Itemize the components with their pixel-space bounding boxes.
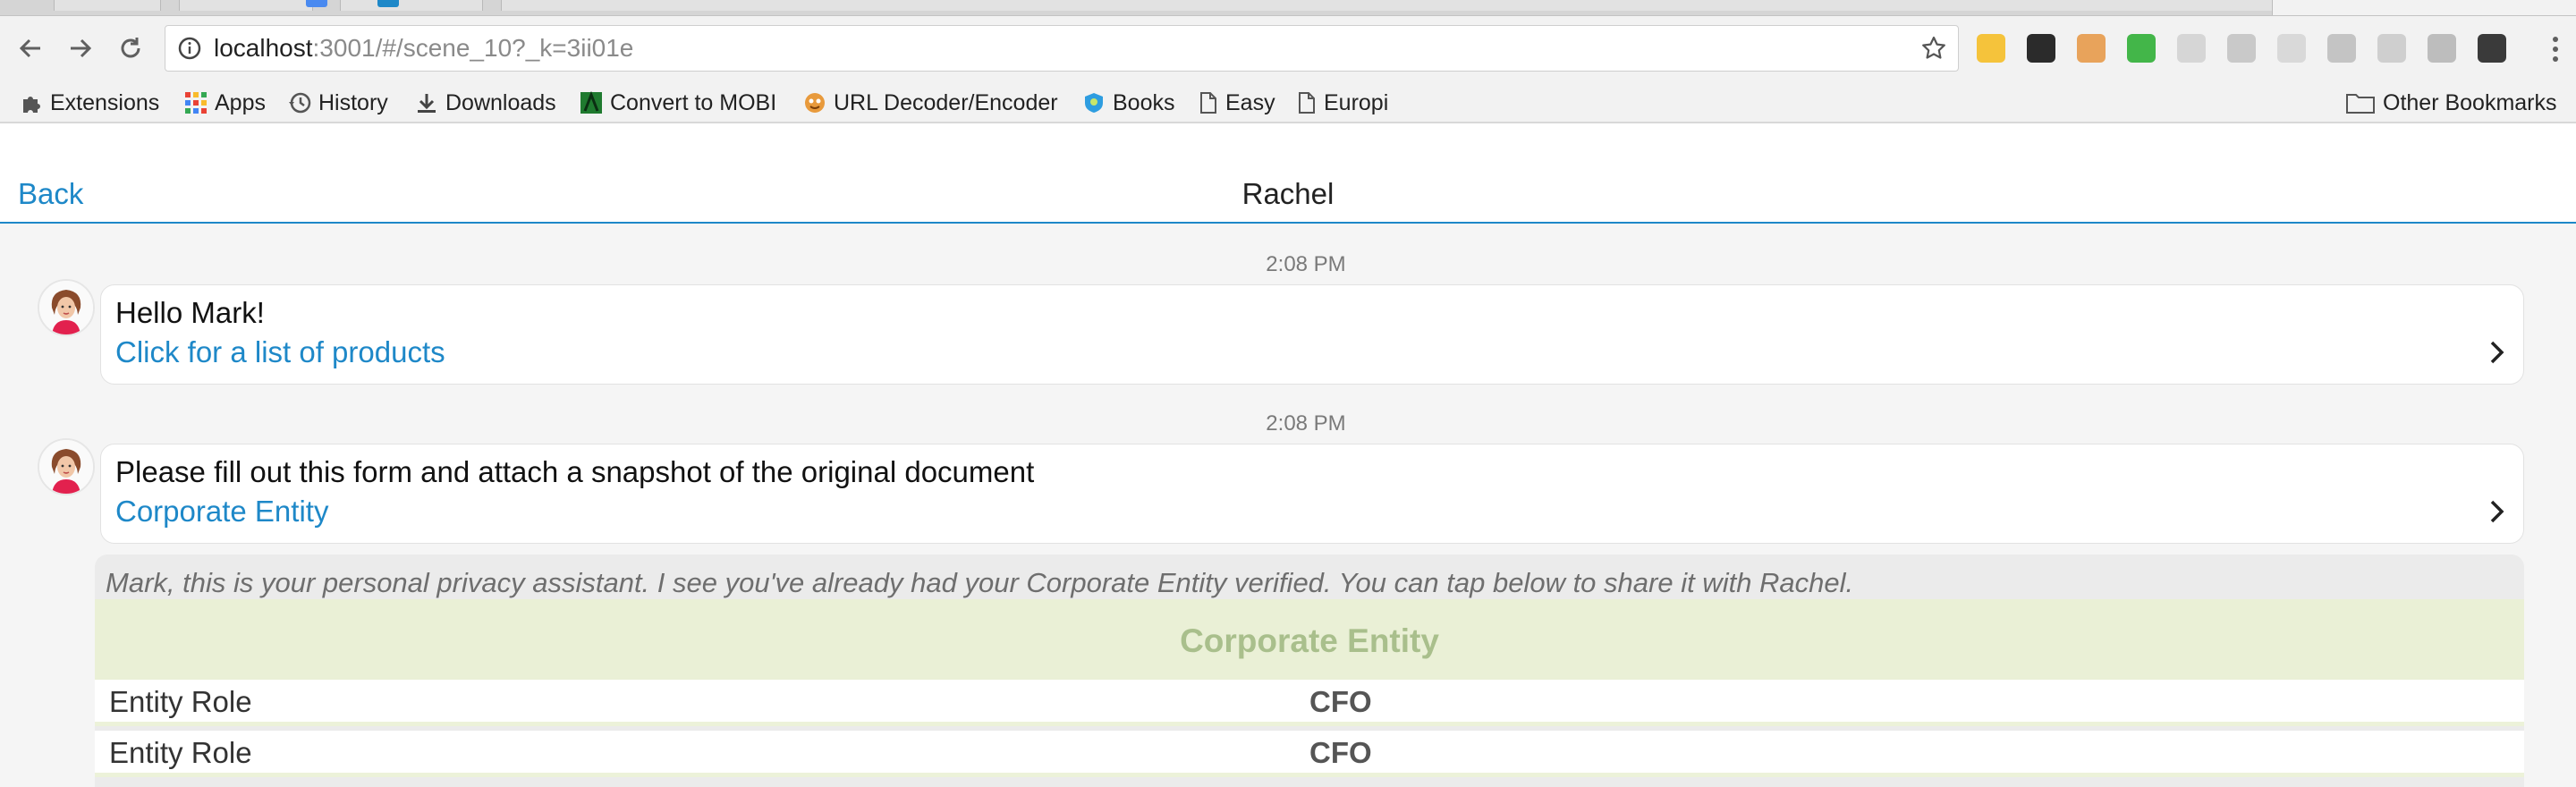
puzzle-icon	[20, 91, 43, 114]
tab-favicon-icon	[377, 0, 399, 7]
extension-icon[interactable]	[2478, 34, 2506, 63]
chat-app: Back Rachel 2:08 PM Hello Mark! Click fo…	[0, 123, 2576, 787]
bookmark-convert-to-mobi[interactable]: Convert to MOBI	[580, 84, 776, 122]
bookmark-label: Apps	[215, 89, 266, 115]
bookmark-url-decoder[interactable]: URL Decoder/Encoder	[803, 84, 1058, 122]
bookmark-label: Other Bookmarks	[2383, 89, 2557, 115]
history-icon	[288, 91, 311, 114]
extension-icon[interactable]	[2377, 34, 2406, 63]
browser-menu-icon[interactable]	[2551, 36, 2560, 67]
extension-icon[interactable]	[2127, 34, 2156, 63]
tab-favicon-icon	[306, 0, 327, 7]
message-bubble: Hello Mark! Click for a list of products	[100, 284, 2524, 385]
bookmark-star-icon[interactable]	[1920, 35, 1947, 66]
extension-icon[interactable]	[2277, 34, 2306, 63]
bookmark-extensions[interactable]: Extensions	[20, 84, 159, 122]
forward-arrow-icon[interactable]	[63, 30, 98, 66]
credential-card-header[interactable]: Corporate Entity	[95, 599, 2524, 680]
site-info-icon[interactable]	[178, 37, 201, 64]
chevron-right-icon[interactable]	[2487, 339, 2505, 370]
extension-icon[interactable]	[2077, 34, 2106, 63]
extension-icon[interactable]	[2227, 34, 2256, 63]
page-icon	[1199, 91, 1218, 114]
message-bubble: Please fill out this form and attach a s…	[100, 444, 2524, 544]
products-link[interactable]: Click for a list of products	[115, 335, 445, 369]
books-icon	[1082, 91, 1106, 114]
tab[interactable]	[54, 0, 161, 11]
bookmark-label: Convert to MOBI	[610, 89, 777, 115]
extension-icon[interactable]	[2027, 34, 2055, 63]
tab[interactable]	[340, 0, 483, 11]
active-tab[interactable]	[2272, 0, 2576, 15]
bookmark-europi[interactable]: Europi	[1297, 84, 1388, 122]
credential-key: Entity Role	[109, 685, 252, 718]
message-timestamp: 2:08 PM	[1266, 252, 1346, 276]
message-text: Please fill out this form and attach a s…	[115, 455, 1035, 488]
folder-icon	[2345, 91, 2376, 114]
avatar	[38, 279, 95, 336]
extension-icon[interactable]	[2327, 34, 2356, 63]
bookmark-label: Easy	[1225, 89, 1275, 115]
bookmark-label: Books	[1113, 89, 1175, 115]
bookmarks-bar: Extensions Apps History Downloads Conver…	[0, 84, 2576, 123]
privacy-assistant-card: Mark, this is your personal privacy assi…	[95, 554, 2524, 787]
chat-header: Back Rachel	[0, 123, 2576, 224]
url-text: localhost:3001/#/scene_10?_k=3ii01e	[214, 34, 634, 62]
back-arrow-icon[interactable]	[13, 30, 48, 66]
credential-row: Entity Role CFO	[95, 680, 2524, 726]
mobi-icon	[580, 91, 603, 114]
tab[interactable]	[501, 0, 2290, 11]
decoder-icon	[803, 91, 826, 114]
other-bookmarks[interactable]: Other Bookmarks	[2345, 84, 2557, 122]
bookmark-books[interactable]: Books	[1082, 84, 1174, 122]
bookmark-label: History	[318, 89, 388, 115]
message-text: Hello Mark!	[115, 296, 265, 329]
chat-title: Rachel	[1241, 177, 1335, 210]
tab-strip	[0, 0, 2576, 16]
bookmark-label: Downloads	[445, 89, 556, 115]
credential-value: CFO	[1309, 685, 1372, 718]
credential-key: Entity Role	[109, 736, 252, 769]
bookmark-downloads[interactable]: Downloads	[415, 84, 556, 122]
corporate-entity-link[interactable]: Corporate Entity	[115, 495, 328, 529]
address-bar[interactable]: localhost:3001/#/scene_10?_k=3ii01e	[165, 25, 1959, 72]
bookmark-label: URL Decoder/Encoder	[834, 89, 1058, 115]
apps-grid-icon	[184, 91, 208, 114]
download-icon	[415, 91, 438, 114]
chevron-right-icon[interactable]	[2487, 498, 2505, 529]
bookmark-label: Extensions	[50, 89, 160, 115]
page-icon	[1297, 91, 1317, 114]
credential-row: Entity Role CFO	[95, 731, 2524, 777]
bookmark-apps[interactable]: Apps	[184, 84, 266, 122]
browser-toolbar: localhost:3001/#/scene_10?_k=3ii01e	[0, 16, 2576, 84]
credential-value: CFO	[1309, 736, 1372, 769]
extension-icon[interactable]	[1977, 34, 2005, 63]
credential-card-title: Corporate Entity	[1180, 622, 1439, 659]
bookmark-easy[interactable]: Easy	[1199, 84, 1275, 122]
bookmark-history[interactable]: History	[288, 84, 388, 122]
assistant-note: Mark, this is your personal privacy assi…	[106, 567, 1854, 598]
extension-icon[interactable]	[2428, 34, 2456, 63]
message-timestamp: 2:08 PM	[1266, 411, 1346, 436]
tab[interactable]	[179, 0, 313, 11]
reload-icon[interactable]	[113, 30, 148, 66]
bookmark-label: Europi	[1324, 89, 1389, 115]
avatar	[38, 438, 95, 495]
extension-icon[interactable]	[2177, 34, 2206, 63]
